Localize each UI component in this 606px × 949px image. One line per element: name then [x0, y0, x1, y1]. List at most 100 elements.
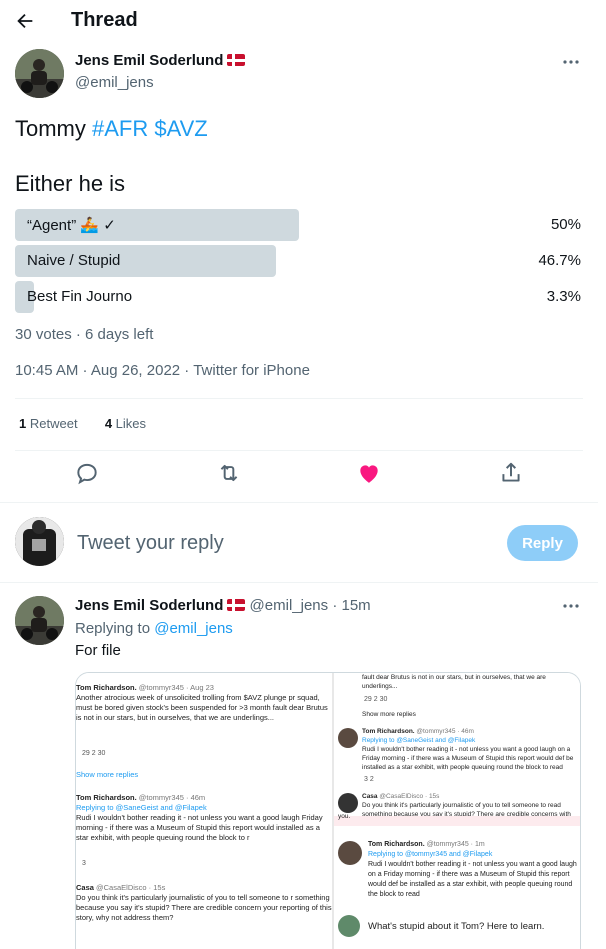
- media-tweet: Tom Richardson. @tommyr345 · 1m Replying…: [368, 840, 578, 900]
- tweet-hashtag-cashtag-links[interactable]: #AFR $AVZ: [92, 116, 208, 141]
- media-tweet-counts: 29 2 30: [364, 696, 388, 703]
- media-tweet-body: What's stupid about it Tom? Here to lear…: [368, 921, 545, 932]
- author-handle[interactable]: @emil_jens: [75, 74, 154, 91]
- media-tweet-meta: @tommyr345 · 1m: [426, 841, 485, 848]
- reply-icon[interactable]: [74, 460, 100, 486]
- media-avatar: [338, 793, 358, 813]
- media-tweet-body: Rudi I wouldn't bother reading it - not …: [368, 861, 577, 898]
- media-tweet-counts: 3: [82, 860, 86, 867]
- divider: [15, 398, 583, 399]
- media-tweet-meta: @CasaElDisco · 15s: [96, 883, 166, 892]
- reply-button[interactable]: Reply: [507, 525, 578, 561]
- author-name-row: Jens Emil Soderlund: [75, 52, 246, 70]
- tweet-stats: 1 Retweet 4 Likes: [19, 416, 146, 431]
- reply-text: For file: [75, 642, 121, 659]
- likes-label: Likes: [115, 416, 147, 431]
- media-tweet-body: Another atrocious week of unsolicited tr…: [76, 693, 328, 722]
- poll-option-percent: 50%: [550, 216, 581, 233]
- top-bar: Thread: [0, 0, 598, 42]
- reply-time[interactable]: · 15m: [332, 597, 370, 614]
- media-tweet-meta: @tommyr345 · 46m: [138, 793, 206, 802]
- poll-option-percent: 46.7%: [538, 252, 581, 269]
- more-options-icon[interactable]: [559, 50, 583, 74]
- reply-input[interactable]: [77, 532, 477, 555]
- media-tweet-name: Casa: [76, 883, 94, 892]
- media-avatar: [338, 728, 358, 748]
- tweet-timestamp: 10:45 AM · Aug 26, 2022 · Twitter for iP…: [15, 362, 310, 379]
- media-tweet-body: Rudi I wouldn't bother reading it - not …: [362, 746, 574, 771]
- media-tweet-replying: Replying to @tommyr345 and @Filapek: [368, 851, 493, 858]
- media-tweet: Tom Richardson. @tommyr345 · Aug 23 Anot…: [76, 683, 332, 723]
- replying-prefix: Replying to: [75, 620, 155, 637]
- media-tweet-tail: you.: [338, 813, 351, 820]
- poll-option: Best Fin Journo 3.3%: [15, 281, 583, 313]
- media-tweet-counts: 29 2 30: [82, 750, 106, 757]
- share-icon[interactable]: [498, 460, 524, 486]
- denmark-flag-icon: [227, 599, 246, 611]
- current-user-avatar[interactable]: [15, 517, 64, 566]
- poll-option-percent: 3.3%: [546, 288, 581, 305]
- likes-stat[interactable]: 4 Likes: [105, 416, 146, 431]
- reply-author-avatar[interactable]: [15, 596, 64, 645]
- denmark-flag-icon: [227, 54, 246, 66]
- retweets-label: Retweet: [29, 416, 78, 431]
- media-tweet-meta: @CasaElDisco · 15s: [379, 793, 440, 800]
- media-tweet-replying: Replying to @SaneGeist and @Filapek: [362, 737, 476, 744]
- media-highlight: [334, 816, 580, 826]
- poll-option: Naive / Stupid 46.7%: [15, 245, 583, 277]
- page-title: Thread: [71, 9, 138, 31]
- author-avatar[interactable]: [15, 49, 64, 98]
- media-avatar: [338, 915, 360, 937]
- media-avatar: [338, 841, 362, 865]
- media-tweet: Casa @CasaElDisco · 15s Do you think it'…: [362, 792, 577, 819]
- media-tweet-body: fault dear Brutus is not in our stars, b…: [362, 674, 546, 690]
- divider: [15, 450, 583, 451]
- poll-option: “Agent” 🚣 ✓ 50%: [15, 209, 583, 241]
- tweet-text-plain: Tommy: [15, 116, 92, 141]
- media-tweet-replying: Replying to @SaneGeist and @Filapek: [76, 803, 207, 812]
- media-tweet: Tom Richardson. @tommyr345 · 46m Replyin…: [76, 793, 332, 843]
- avatar-image: [15, 596, 64, 645]
- media-left-panel: Tom Richardson. @tommyr345 · Aug 23 Anot…: [76, 673, 332, 949]
- media-tweet-name: Tom Richardson.: [368, 841, 425, 848]
- replying-to-link[interactable]: @emil_jens: [154, 620, 233, 637]
- media-tweet-meta: @tommyr345 · Aug 23: [138, 683, 214, 692]
- divider: [0, 502, 598, 503]
- reply-author-handle[interactable]: @emil_jens: [250, 597, 329, 614]
- avatar-image: [15, 49, 64, 98]
- replying-to: Replying to @emil_jens: [75, 620, 233, 637]
- media-tweet-name: Tom Richardson.: [362, 728, 415, 735]
- media-tweet-name: Casa: [362, 793, 378, 800]
- media-show-more: Show more replies: [76, 770, 139, 779]
- tweet-text: Tommy #AFR $AVZ: [15, 116, 208, 142]
- avatar-image: [15, 517, 64, 566]
- like-heart-icon[interactable]: [356, 460, 382, 486]
- retweets-stat[interactable]: 1 Retweet: [19, 416, 78, 431]
- poll-option-label: Best Fin Journo: [27, 288, 133, 305]
- media-tweet-name: Tom Richardson.: [76, 683, 137, 692]
- retweet-icon[interactable]: [216, 460, 242, 486]
- media-tweet-meta: @tommyr345 · 46m: [416, 728, 474, 735]
- reply-header: Jens Emil Soderlund @emil_jens · 15m: [75, 597, 371, 614]
- media-tweet-body: Do you think it's particularly journalis…: [76, 893, 332, 922]
- poll-meta: 30 votes · 6 days left: [15, 326, 154, 343]
- poll-question: Either he is: [15, 171, 126, 196]
- poll-option-label: “Agent” 🚣 ✓: [27, 217, 116, 234]
- divider: [0, 582, 598, 583]
- tweet-source[interactable]: Twitter for iPhone: [193, 362, 310, 379]
- tweet-actions: [0, 460, 598, 490]
- reply-media-image[interactable]: Tom Richardson. @tommyr345 · Aug 23 Anot…: [75, 672, 581, 949]
- retweets-count: 1: [19, 416, 27, 431]
- media-tweet: Casa @CasaElDisco · 15s Do you think it'…: [76, 883, 332, 923]
- media-show-more: Show more replies: [362, 711, 416, 718]
- author-name[interactable]: Jens Emil Soderlund: [75, 52, 223, 69]
- timestamp-text[interactable]: 10:45 AM · Aug 26, 2022 ·: [15, 362, 193, 379]
- media-tweet-counts: 3 2: [364, 776, 374, 783]
- likes-count: 4: [104, 416, 113, 431]
- media-tweet-body: Rudi I wouldn't bother reading it - not …: [76, 813, 323, 842]
- media-right-panel: fault dear Brutus is not in our stars, b…: [334, 673, 580, 949]
- reply-author-name[interactable]: Jens Emil Soderlund: [75, 597, 223, 614]
- more-options-icon[interactable]: [559, 594, 583, 618]
- back-arrow-icon[interactable]: [14, 10, 36, 32]
- media-tweet-name: Tom Richardson.: [76, 793, 137, 802]
